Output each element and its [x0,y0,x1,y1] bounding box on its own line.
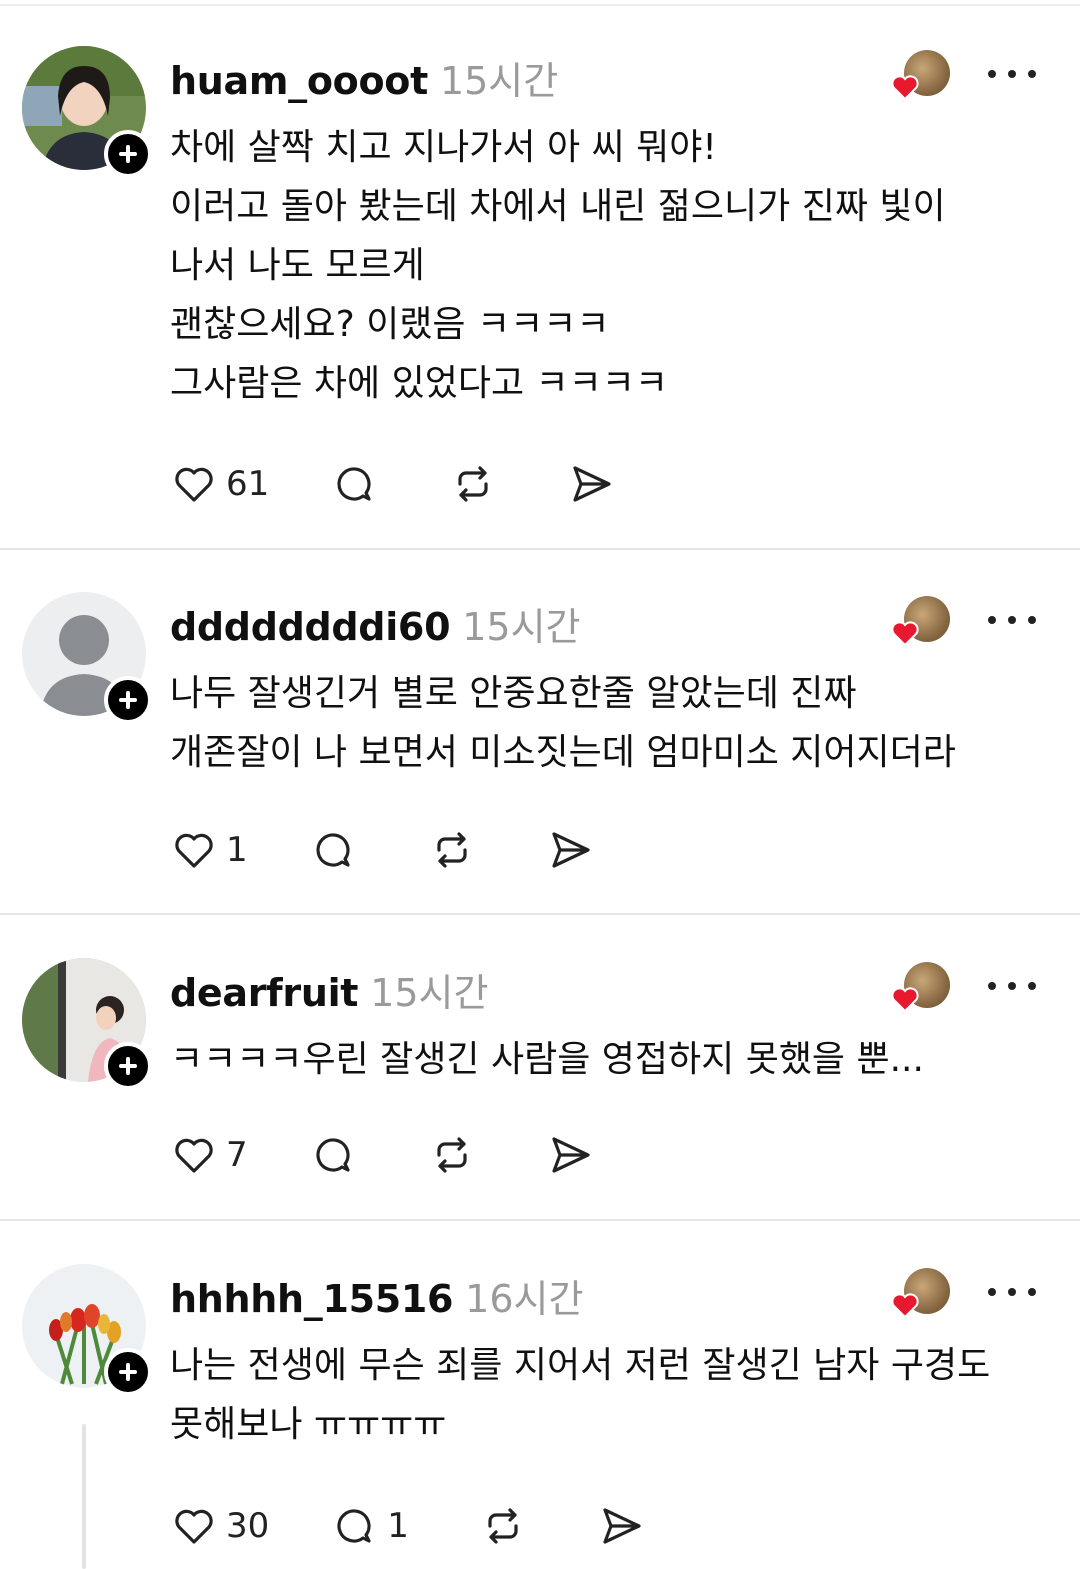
timestamp: 15시간 [462,605,581,649]
author-liked-indicator [890,596,954,652]
send-icon [552,1137,590,1173]
reply-button[interactable] [331,460,379,508]
heart-icon [891,987,919,1013]
author-liked-indicator [890,962,954,1018]
like-button[interactable]: 7 [170,1131,248,1179]
action-bar: 7 [170,1131,594,1179]
heart-icon [175,833,213,868]
share-button[interactable] [546,1131,594,1179]
post-text: 차에 살짝 치고 지나가서 아 씨 뭐야! 이러고 돌아 봤는데 차에서 내린 … [170,127,946,404]
repost-button[interactable] [428,826,476,874]
heart-icon [175,1509,213,1544]
reply-button[interactable] [310,1131,358,1179]
repost-icon [437,1137,467,1173]
send-icon [573,466,611,502]
repost-icon [458,466,488,502]
post-text: 나는 전생에 무슨 죄를 지어서 저런 잘생긴 남자 구경도 못해보나 ㅠㅠㅠㅠ [170,1345,991,1445]
send-icon [552,832,590,868]
post-divider [0,1219,1080,1221]
username[interactable]: dearfruit [170,971,358,1015]
comment-icon [316,1138,350,1172]
repost-button[interactable] [449,460,497,508]
share-button[interactable] [546,826,594,874]
heart-icon [891,1293,919,1319]
post-divider [0,913,1080,915]
send-icon [603,1508,641,1544]
share-button[interactable] [597,1502,645,1550]
post-header: hhhhh_15516 16시간 [170,1268,583,1324]
more-button[interactable] [988,64,1036,84]
like-count: 7 [226,1135,248,1175]
like-count: 1 [226,830,248,870]
reply-button[interactable] [310,826,358,874]
post-header: ddddddddi60 15시간 [170,596,581,652]
username[interactable]: huam_oooot [170,59,428,103]
post-text: ㅋㅋㅋㅋ우린 잘생긴 사람을 영접하지 못했을 뿐... [170,1039,924,1080]
heart-icon [891,621,919,647]
post-header: huam_oooot 15시간 [170,50,558,106]
post-divider [0,548,1080,550]
top-divider [0,4,1080,6]
like-button[interactable]: 30 [170,1502,269,1550]
thread-line [82,1424,86,1569]
username[interactable]: ddddddddi60 [170,605,451,649]
follow-button[interactable] [104,1042,152,1090]
heart-icon [175,467,213,502]
like-count: 30 [226,1506,270,1546]
timestamp: 16시간 [465,1277,584,1321]
timestamp: 15시간 [439,59,559,103]
follow-button[interactable] [104,1348,152,1396]
more-button[interactable] [988,610,1036,630]
follow-button[interactable] [104,676,152,724]
follow-button[interactable] [104,130,152,178]
comment-icon [337,1509,371,1543]
like-button[interactable]: 1 [170,826,248,874]
like-button[interactable]: 61 [170,460,269,508]
post-header: dearfruit 15시간 [170,962,488,1018]
action-bar: 30 1 [170,1502,645,1550]
repost-icon [488,1508,518,1544]
timestamp: 15시간 [370,971,489,1015]
repost-button[interactable] [428,1131,476,1179]
repost-icon [437,832,467,868]
reply-count: 1 [387,1506,409,1546]
heart-icon [891,75,919,101]
comment-icon [316,833,350,867]
author-liked-indicator [890,1268,954,1324]
comment-icon [337,467,371,501]
share-button[interactable] [567,460,615,508]
heart-icon [175,1138,213,1173]
more-button[interactable] [988,1282,1036,1302]
like-count: 61 [226,464,270,504]
post-text: 나두 잘생긴거 별로 안중요한줄 알았는데 진짜 개존잘이 나 보면서 미소짓는… [170,673,956,773]
author-liked-indicator [890,50,954,106]
reply-button[interactable]: 1 [331,1502,409,1550]
more-button[interactable] [988,976,1036,996]
action-bar: 61 [170,460,615,508]
action-bar: 1 [170,826,594,874]
repost-button[interactable] [479,1502,527,1550]
username[interactable]: hhhhh_15516 [170,1277,453,1321]
